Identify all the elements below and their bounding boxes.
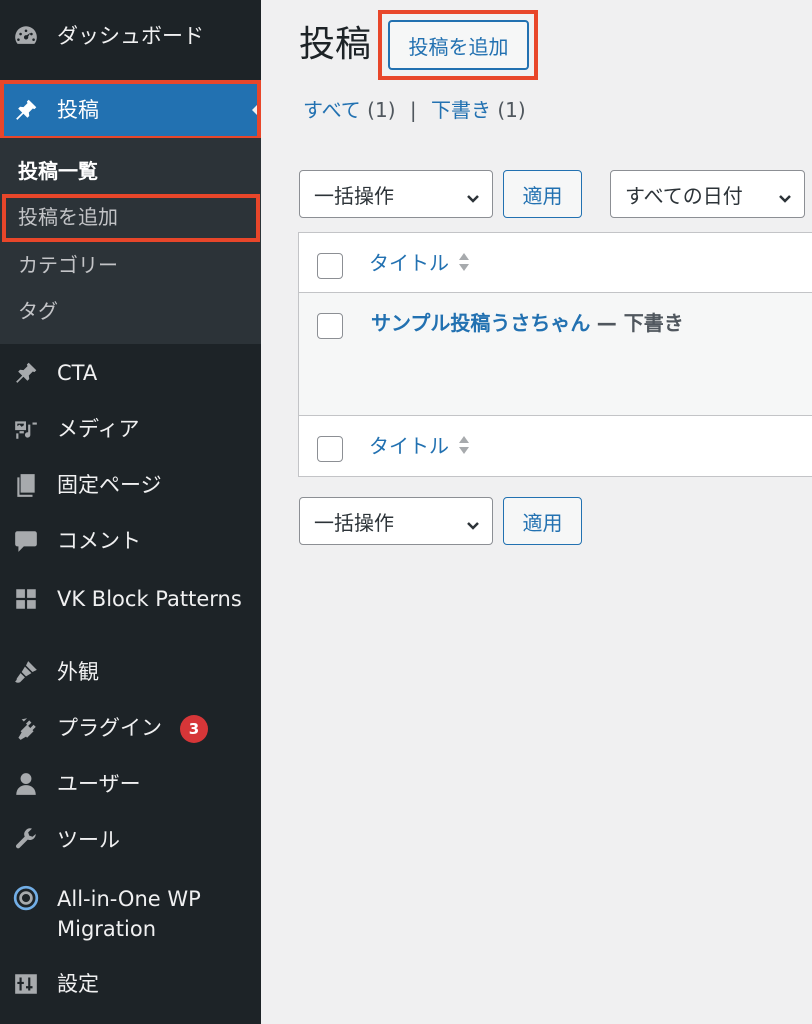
- sidebar-item-label: 投稿: [57, 98, 99, 122]
- plugin-icon: [12, 714, 40, 742]
- post-status-filters: すべて (1) | 下書き (1): [303, 94, 526, 126]
- date-filter-select[interactable]: すべての日付: [610, 170, 805, 218]
- submenu-item-tags[interactable]: タグ: [18, 296, 58, 326]
- sidebar-item-label: コメント: [57, 529, 141, 553]
- grid-icon: [12, 585, 40, 613]
- plugin-update-count-badge: 3: [180, 715, 208, 743]
- sidebar-item-aio-migration[interactable]: All-in-One WP Migration: [0, 878, 261, 952]
- select-all-checkbox[interactable]: [317, 253, 343, 279]
- filter-all-count: (1): [367, 98, 396, 122]
- sidebar-item-label: ダッシュボード: [57, 24, 204, 48]
- sidebar-item-plugins[interactable]: プラグイン 3: [0, 700, 261, 756]
- sidebar-item-label: ツール: [57, 828, 120, 852]
- wrench-icon: [12, 826, 40, 854]
- apply-button-bottom[interactable]: 適用: [503, 497, 582, 545]
- pin-icon: [12, 359, 40, 387]
- table-footer-row: タイトル: [299, 416, 812, 476]
- bulk-actions-select-bottom[interactable]: 一括操作: [299, 497, 493, 545]
- sidebar-item-appearance[interactable]: 外観: [0, 644, 261, 700]
- sidebar-item-posts[interactable]: 投稿: [0, 82, 261, 138]
- user-icon: [12, 770, 40, 798]
- sidebar-item-label: ユーザー: [57, 772, 141, 796]
- row-checkbox[interactable]: [317, 313, 343, 339]
- sidebar-item-vk-block-patterns[interactable]: VK Block Patterns: [0, 571, 261, 627]
- main-content: 投稿 投稿を追加 すべて (1) | 下書き (1) 一括操作 適用 すべての日…: [261, 0, 812, 1024]
- sidebar-item-tools[interactable]: ツール: [0, 812, 261, 868]
- sidebar-item-label: 固定ページ: [57, 473, 162, 497]
- apply-button-top[interactable]: 適用: [503, 170, 582, 218]
- bulk-actions-select-top[interactable]: 一括操作: [299, 170, 493, 218]
- sidebar-item-label: 外観: [57, 660, 99, 684]
- submenu-item-categories[interactable]: カテゴリー: [18, 250, 118, 280]
- sidebar-item-pages[interactable]: 固定ページ: [0, 457, 261, 513]
- add-new-post-button[interactable]: 投稿を追加: [388, 20, 529, 70]
- sidebar-item-label: VK Block Patterns: [57, 587, 242, 611]
- sidebar-item-label: CTA: [57, 361, 98, 385]
- sidebar-item-comments[interactable]: コメント: [0, 513, 261, 569]
- post-title-link[interactable]: サンプル投稿うさちゃん: [371, 311, 590, 335]
- sidebar-item-settings[interactable]: 設定: [0, 956, 261, 1012]
- media-icon: [12, 415, 40, 443]
- pages-icon: [12, 471, 40, 499]
- sidebar-item-dashboard[interactable]: ダッシュボード: [0, 8, 261, 64]
- pin-icon: [12, 96, 40, 124]
- posts-table: タイトル サンプル投稿うさちゃん — 下書き タイトル: [298, 232, 812, 477]
- comment-icon: [12, 527, 40, 555]
- bulk-actions-value: 一括操作: [314, 183, 394, 208]
- sidebar-item-label: プラグイン: [57, 716, 162, 740]
- sidebar-item-users[interactable]: ユーザー: [0, 756, 261, 812]
- admin-sidebar: ダッシュボード 投稿 投稿一覧 投稿を追加 カテゴリー タグ CTA メディア …: [0, 0, 261, 1024]
- sort-icon: [457, 434, 471, 456]
- table-header-row: タイトル: [299, 233, 812, 293]
- submenu-item-add-new[interactable]: 投稿を追加: [18, 202, 118, 232]
- post-title-cell: サンプル投稿うさちゃん — 下書き: [371, 307, 684, 336]
- filter-all-link[interactable]: すべて: [303, 98, 361, 122]
- filter-draft-count: (1): [497, 98, 526, 122]
- migration-icon: [12, 884, 40, 912]
- chevron-down-icon: [466, 514, 479, 530]
- bulk-actions-value: 一括操作: [314, 510, 394, 535]
- page-title: 投稿: [299, 24, 372, 65]
- dashboard-icon: [12, 22, 40, 50]
- sidebar-item-cta[interactable]: CTA: [0, 345, 261, 401]
- filter-draft-link[interactable]: 下書き: [431, 98, 491, 122]
- sidebar-item-label: 設定: [57, 972, 99, 996]
- title-column-header[interactable]: タイトル: [369, 247, 471, 276]
- sidebar-item-label: メディア: [57, 417, 140, 441]
- submenu-item-all-posts[interactable]: 投稿一覧: [18, 156, 98, 186]
- title-column-label: タイトル: [369, 434, 449, 458]
- table-row: サンプル投稿うさちゃん — 下書き: [299, 293, 812, 416]
- current-menu-arrow: [252, 101, 261, 119]
- paintbrush-icon: [12, 658, 40, 686]
- post-state-label: — 下書き: [596, 311, 684, 335]
- chevron-down-icon: [778, 187, 791, 203]
- chevron-down-icon: [466, 187, 479, 203]
- sidebar-item-label: All-in-One WP Migration: [57, 887, 201, 941]
- settings-icon: [12, 970, 40, 998]
- title-column-label: タイトル: [369, 251, 449, 275]
- title-column-footer[interactable]: タイトル: [369, 430, 471, 459]
- filter-separator: |: [409, 98, 417, 122]
- sidebar-item-media[interactable]: メディア: [0, 401, 261, 457]
- date-filter-value: すべての日付: [625, 183, 743, 208]
- select-all-checkbox-footer[interactable]: [317, 436, 343, 462]
- sort-icon: [457, 251, 471, 273]
- posts-submenu: 投稿一覧 投稿を追加 カテゴリー タグ: [0, 138, 261, 344]
